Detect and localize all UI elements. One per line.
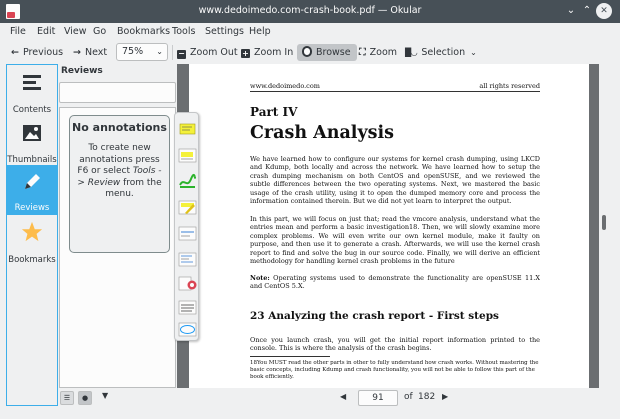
reviews-panel-toolbar: ☰ ● ▼ [59,390,176,408]
freehand-line-icon[interactable] [178,173,197,190]
main-toolbar: ← Previous → Next 75% ⌄ − Zoom Out + Zoom In… [0,41,620,63]
menu-tools[interactable]: Tools [172,26,195,37]
scrollbar-handle[interactable] [602,215,606,230]
vertical-scrollbar[interactable] [599,64,610,388]
menu-go[interactable]: Go [93,26,106,37]
underline-icon[interactable] [178,299,197,316]
reviews-panel: Reviews No annotations To create new ann… [59,64,176,388]
inline-note-icon[interactable] [178,147,197,164]
contents-icon [23,75,41,90]
minimize-icon[interactable]: ⌄ [563,3,579,19]
page-number-input[interactable]: 91 [358,390,398,406]
thumbnails-icon [23,125,41,141]
zoom-in-icon: + [241,49,250,58]
next-button[interactable]: → Next [73,44,107,61]
menu-view[interactable]: View [64,26,87,37]
arrow-right-icon: → [73,47,81,58]
polygon-icon[interactable] [178,251,197,268]
stamp-icon[interactable] [178,275,197,292]
sidebar-tabs: Contents Thumbnails Reviews Bookmarks [6,64,58,406]
zoom-out-icon: − [177,49,186,59]
selection-tool-button[interactable]: █◡ Selection ⌄ [405,44,477,61]
chapter-title: Crash Analysis [250,123,394,143]
reviews-icon [25,174,40,189]
footnote: 18You MUST read the other parts in other… [250,360,539,380]
section-heading: 23 Analyzing the crash report - First st… [250,310,499,322]
group-by-author-icon[interactable]: ● [78,391,92,405]
empty-heading: No annotations [72,121,167,134]
paragraph-2: In this part, we will focus on just that… [250,215,540,266]
toolbar-separator [172,45,173,60]
title-bar: www.dedoimedo.com-crash-book.pdf — Okula… [0,0,620,23]
highlighter-icon[interactable] [178,199,197,216]
text-selection-icon: █◡ [405,48,418,57]
chevron-down-icon: ⌄ [156,47,163,56]
close-icon[interactable]: ✕ [596,3,612,19]
empty-text: To create new annotations press F6 or se… [77,143,162,199]
annotations-list[interactable]: No annotations To create new annotations… [59,107,176,388]
pdf-page: www.dedoimedo.com all rights reserved Pa… [189,64,589,388]
sidebar-tab-reviews[interactable]: Reviews [7,165,57,215]
search-input[interactable] [59,82,176,103]
previous-button[interactable]: ← Previous [11,44,63,61]
part-heading: Part IV [250,105,298,119]
browse-tool-button[interactable]: Browse [297,44,357,61]
of-label: of [404,392,413,402]
zoom-select[interactable]: 75% ⌄ [116,43,168,61]
pop-up-note-icon[interactable] [178,121,197,138]
dropdown-arrow-icon[interactable]: ▼ [102,391,108,400]
empty-annotations-message: No annotations To create new annotations… [69,115,170,253]
menu-bar: File Edit View Go Bookmarks Tools Settin… [0,23,620,41]
footnote-rule [250,356,330,357]
zoom-tool-button[interactable]: ⛶ Zoom [359,44,397,61]
chevron-down-icon: ⌄ [470,48,477,57]
ellipse-icon[interactable] [178,321,197,338]
paragraph-1: We have learned how to configure our sys… [250,155,540,206]
straight-line-icon[interactable] [178,225,197,242]
group-by-page-icon[interactable]: ☰ [60,391,74,405]
menu-file[interactable]: File [10,26,26,37]
menu-edit[interactable]: Edit [37,26,55,37]
note-paragraph: Note: Operating systems used to demonstr… [250,274,540,291]
total-pages: 182 [418,392,436,402]
hand-icon [302,46,312,57]
zoom-area-icon: ⛶ [359,47,366,58]
window-title: www.dedoimedo.com-crash-book.pdf — Okula… [198,5,422,16]
header-rule [250,91,540,92]
previous-page-icon[interactable]: ◀ [340,392,346,401]
menu-settings[interactable]: Settings [205,26,244,37]
document-view[interactable]: www.dedoimedo.com all rights reserved Pa… [177,64,610,388]
zoom-out-button[interactable]: − Zoom Out [177,44,238,61]
zoom-in-button[interactable]: + Zoom In [241,44,293,61]
panel-title: Reviews [61,66,103,76]
maximize-icon[interactable]: ⌃ [579,3,595,19]
page-header-left: www.dedoimedo.com [250,82,320,90]
sidebar-tab-bookmarks[interactable]: Bookmarks [7,217,57,267]
next-page-icon[interactable]: ▶ [442,392,448,401]
page-navigation-bar: ◀ 91 of 182 ▶ [177,390,610,408]
sidebar-tab-contents[interactable]: Contents [7,67,57,117]
menu-bookmarks[interactable]: Bookmarks [117,26,170,37]
paragraph-3: Once you launch crash, you will get the … [250,336,540,353]
page-header-right: all rights reserved [479,82,540,90]
sidebar-tab-thumbnails[interactable]: Thumbnails [7,117,57,167]
arrow-left-icon: ← [11,47,19,58]
star-icon [21,221,43,242]
menu-help[interactable]: Help [249,26,271,37]
annotation-toolbar [174,112,199,341]
